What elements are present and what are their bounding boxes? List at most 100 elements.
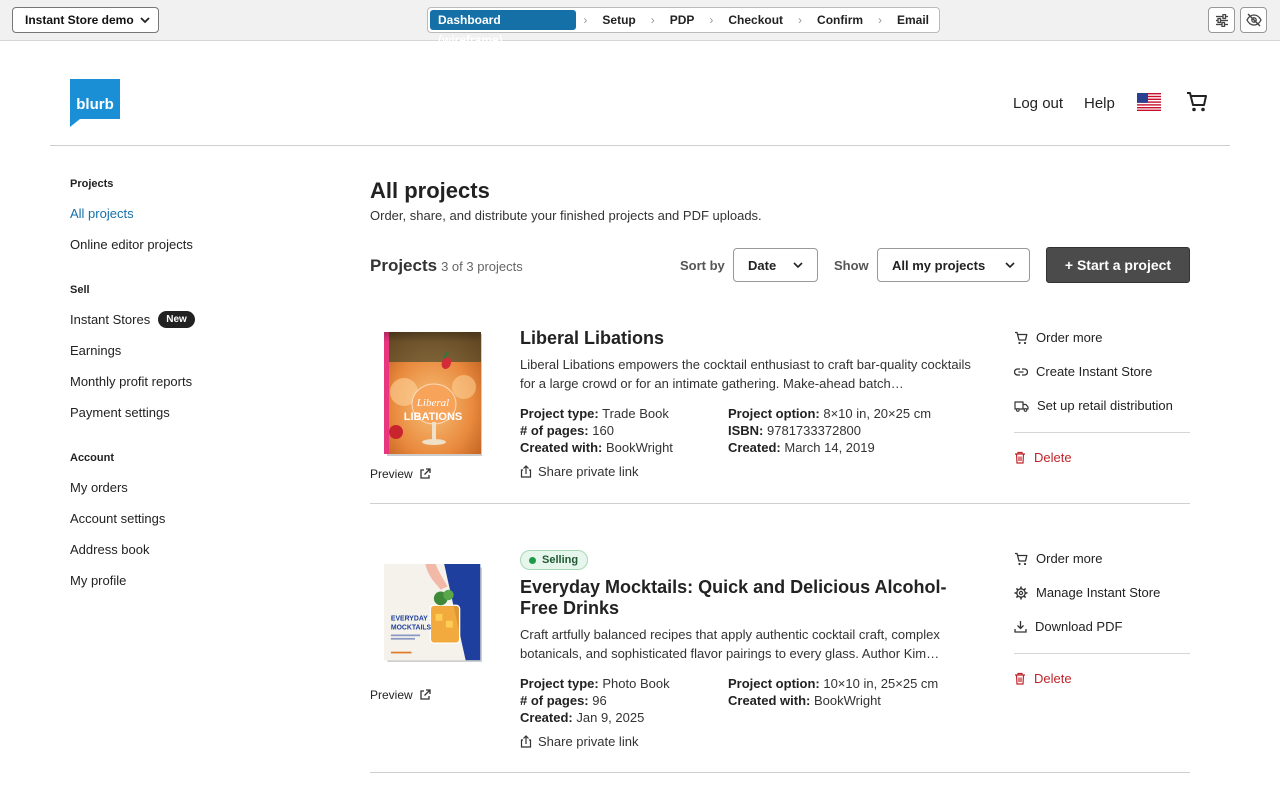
- link-icon: [1014, 367, 1028, 376]
- svg-text:MOCKTAILS: MOCKTAILS: [391, 624, 432, 631]
- cover-spine-accent: [384, 332, 389, 454]
- eye-off-icon: [1245, 13, 1262, 27]
- actions-divider: [1014, 432, 1190, 433]
- delete-button[interactable]: Delete: [1014, 450, 1072, 465]
- meta-value: Jan 9, 2025: [576, 710, 645, 725]
- gear-icon: [1014, 586, 1028, 599]
- action-label: Manage Instant Store: [1036, 585, 1161, 600]
- cart-icon: [1015, 552, 1028, 565]
- sidebar-item-label: Instant Stores: [70, 312, 151, 327]
- start-project-button[interactable]: + Start a project: [1046, 247, 1190, 283]
- sidebar-item-online-editor-projects[interactable]: Online editor projects: [70, 236, 320, 267]
- download-pdf-button[interactable]: Download PDF: [1014, 619, 1122, 634]
- settings-sliders-button[interactable]: [1208, 7, 1235, 33]
- chevron-right-icon: ›: [878, 13, 883, 27]
- chevron-down-icon: [140, 17, 150, 24]
- actions-divider: [1014, 653, 1190, 654]
- meta-key: # of pages:: [520, 423, 589, 438]
- cart-icon[interactable]: [1186, 91, 1208, 113]
- sidebar-item-my-profile[interactable]: My profile: [70, 572, 320, 603]
- new-badge: New: [158, 311, 195, 328]
- page-title: All projects: [370, 178, 490, 203]
- preview-link[interactable]: Preview: [370, 688, 431, 702]
- logout-link[interactable]: Log out: [1013, 95, 1063, 112]
- show-select-value: All my projects: [892, 257, 986, 273]
- preview-label: Preview: [370, 467, 413, 481]
- preview-link[interactable]: Preview: [370, 467, 431, 481]
- demo-select[interactable]: Instant Store demo: [12, 7, 159, 33]
- chevron-right-icon: ›: [650, 13, 655, 27]
- hide-overlay-button[interactable]: [1240, 7, 1267, 33]
- book-cover-image[interactable]: Liberal LIBATIONS: [384, 332, 482, 456]
- project-description: Craft artfully balanced recipes that app…: [520, 627, 940, 661]
- external-link-icon: [420, 468, 431, 479]
- meta-key: Project type:: [520, 406, 599, 421]
- trash-icon: [1015, 672, 1025, 685]
- sidebar-item-instant-stores[interactable]: Instant Stores New: [70, 311, 320, 342]
- book-cover-image[interactable]: EVERYDAY MOCKTAILS: [384, 556, 482, 670]
- sidebar-item-earnings[interactable]: Earnings: [70, 342, 320, 373]
- step-setup[interactable]: Setup: [594, 10, 643, 30]
- share-private-link[interactable]: Share private link: [520, 734, 638, 749]
- meta-value: 96: [592, 693, 607, 708]
- sidebar-item-address-book[interactable]: Address book: [70, 541, 320, 572]
- share-icon: [520, 465, 532, 478]
- demo-select-value: Instant Store demo: [25, 13, 134, 27]
- meta-value: 10×10 in, 25×25 cm: [823, 676, 939, 691]
- action-label: Delete: [1034, 450, 1072, 465]
- sidebar-item-monthly-profit-reports[interactable]: Monthly profit reports: [70, 373, 320, 404]
- status-label: Selling: [542, 554, 579, 566]
- create-instant-store-button[interactable]: Create Instant Store: [1014, 364, 1152, 379]
- order-more-button[interactable]: Order more: [1014, 551, 1102, 566]
- sort-select-value: Date: [748, 257, 777, 273]
- action-label: Create Instant Store: [1036, 364, 1153, 379]
- project-meta-right: Project option: 10×10 in, 25×25 cm Creat…: [728, 675, 938, 709]
- svg-text:LIBATIONS: LIBATIONS: [404, 411, 462, 423]
- action-label: Delete: [1034, 671, 1072, 686]
- sort-select[interactable]: Date: [733, 248, 818, 282]
- wireframe-toolbar: Instant Store demo Dashboard (wireframe)…: [0, 0, 1280, 47]
- help-link[interactable]: Help: [1084, 95, 1115, 112]
- cart-icon: [1015, 331, 1028, 344]
- external-link-icon: [420, 689, 431, 700]
- svg-text:Liberal: Liberal: [416, 397, 449, 409]
- project-card: EVERYDAY MOCKTAILS Preview Selling Every…: [370, 504, 1190, 773]
- sidebar-item-account-settings[interactable]: Account settings: [70, 510, 320, 541]
- sidebar-item-payment-settings[interactable]: Payment settings: [70, 404, 320, 435]
- chevron-down-icon: [1005, 262, 1015, 269]
- meta-key: Created with:: [520, 440, 603, 455]
- show-label: Show: [834, 258, 869, 273]
- project-meta-right: Project option: 8×10 in, 20×25 cm ISBN: …: [728, 405, 931, 456]
- step-dashboard[interactable]: Dashboard (wireframe): [430, 10, 577, 47]
- step-pdp[interactable]: PDP: [662, 10, 703, 30]
- meta-value: BookWright: [813, 693, 881, 708]
- share-icon: [520, 735, 532, 748]
- project-title[interactable]: Liberal Libations: [520, 328, 970, 349]
- share-label: Share private link: [538, 464, 639, 479]
- order-more-button[interactable]: Order more: [1014, 330, 1102, 345]
- svg-text:EVERYDAY: EVERYDAY: [391, 616, 428, 623]
- step-checkout[interactable]: Checkout: [720, 10, 791, 30]
- chevron-right-icon: ›: [583, 13, 588, 27]
- sidebar-item-all-projects[interactable]: All projects: [70, 205, 320, 236]
- action-label: Order more: [1036, 551, 1103, 566]
- show-select[interactable]: All my projects: [877, 248, 1030, 282]
- truck-icon: [1014, 400, 1029, 412]
- preview-label: Preview: [370, 688, 413, 702]
- project-card: Liberal LIBATIONS Preview Liberal Libati…: [370, 310, 1190, 504]
- delete-button[interactable]: Delete: [1014, 671, 1072, 686]
- manage-instant-store-button[interactable]: Manage Instant Store: [1014, 585, 1160, 600]
- step-email[interactable]: Email: [889, 10, 937, 30]
- projects-heading: Projects 3 of 3 projects: [370, 256, 523, 276]
- trash-icon: [1015, 451, 1025, 464]
- step-confirm[interactable]: Confirm: [809, 10, 871, 30]
- meta-value: March 14, 2019: [784, 440, 875, 455]
- sidebar-item-my-orders[interactable]: My orders: [70, 479, 320, 510]
- project-title[interactable]: Everyday Mocktails: Quick and Delicious …: [520, 577, 970, 619]
- retail-distribution-button[interactable]: Set up retail distribution: [1014, 398, 1173, 413]
- us-flag-icon[interactable]: [1137, 93, 1161, 111]
- projects-count: 3 of 3 projects: [441, 259, 523, 274]
- blurb-logo[interactable]: blurb: [70, 79, 120, 127]
- share-private-link[interactable]: Share private link: [520, 464, 638, 479]
- download-icon: [1014, 621, 1027, 633]
